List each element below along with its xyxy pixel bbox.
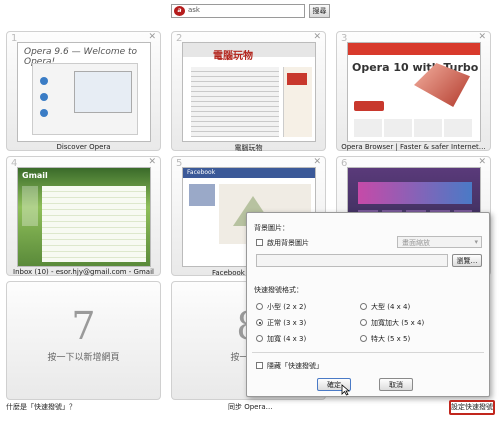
radio-extra-large[interactable]: [360, 335, 367, 342]
radio-small[interactable]: [256, 303, 263, 310]
chevron-down-icon: ▾: [474, 238, 478, 246]
close-icon[interactable]: ✕: [313, 32, 321, 42]
search-input[interactable]: a ask: [171, 4, 305, 18]
layout-section-label: 快速撥號格式：: [254, 286, 303, 294]
radio-wide-large[interactable]: [360, 319, 367, 326]
radio-wide-large-label: 加寬加大 (5 x 4): [371, 319, 425, 327]
search-engine-icon[interactable]: a: [174, 6, 185, 16]
radio-extra-large-label: 特大 (5 x 5): [371, 335, 411, 343]
enable-background-label: 啟用背景圖片: [267, 239, 309, 247]
tile-title: 電腦玩物: [234, 144, 263, 152]
hide-speed-dial-checkbox[interactable]: [256, 362, 263, 369]
mouse-cursor-icon: [341, 384, 350, 396]
radio-wide-label: 加寬 (4 x 3): [267, 335, 307, 343]
empty-tile-number: 7: [71, 304, 96, 348]
page-thumbnail: Opera 9.6 — Welcome to Opera!: [17, 42, 151, 142]
page-thumbnail: 電腦玩物: [182, 42, 316, 142]
radio-small-label: 小型 (2 x 2): [267, 303, 307, 311]
thumbnail-caption: 電腦玩物: [213, 51, 253, 62]
tile-title: Inbox (10) - esor.hjy@gmail.com - Gmail: [13, 268, 154, 276]
search-query-text: ask: [188, 6, 200, 14]
close-icon[interactable]: ✕: [478, 157, 486, 167]
close-icon[interactable]: ✕: [148, 32, 156, 42]
radio-normal[interactable]: [256, 319, 263, 326]
add-page-text: 按一下以新增網頁: [47, 353, 120, 363]
speed-dial-help-link[interactable]: 什麼是「快速撥號」？: [6, 402, 76, 412]
tile-title: Opera Browser | Faster & safer Internet…: [341, 143, 486, 151]
sync-opera-link[interactable]: 同步 Opera…: [228, 402, 273, 412]
background-path-field[interactable]: [256, 254, 448, 267]
tile-title: Discover Opera: [56, 143, 111, 151]
radio-wide[interactable]: [256, 335, 263, 342]
page-thumbnail: Opera 10 with Turbo: [347, 42, 481, 142]
speed-dial-tile-2[interactable]: 2 ✕ 電腦玩物 電腦玩物: [171, 31, 326, 152]
speed-dial-tile-1[interactable]: 1 ✕ Opera 9.6 — Welcome to Opera! Discov…: [6, 31, 161, 151]
empty-speed-dial-7[interactable]: 7 按一下以新增網頁: [6, 281, 161, 400]
thumbnail-caption: Facebook: [187, 169, 216, 176]
scale-select-value: 畫面縮放: [402, 239, 430, 247]
cancel-button[interactable]: 取消: [379, 378, 413, 391]
scale-select[interactable]: 畫面縮放 ▾: [397, 236, 482, 248]
enable-background-checkbox[interactable]: [256, 239, 263, 246]
radio-large-label: 大型 (4 x 4): [371, 303, 411, 311]
hide-speed-dial-label: 隱藏「快速撥號」: [267, 362, 323, 370]
configure-speed-dial-button[interactable]: 設定快速撥號: [449, 400, 495, 415]
background-section-label: 背景圖片：: [254, 224, 289, 232]
radio-large[interactable]: [360, 303, 367, 310]
speed-dial-tile-3[interactable]: 3 ✕ Opera 10 with Turbo Opera Browser | …: [336, 31, 491, 151]
close-icon[interactable]: ✕: [313, 157, 321, 167]
page-thumbnail: Gmail: [17, 167, 151, 267]
close-icon[interactable]: ✕: [148, 157, 156, 167]
browse-button[interactable]: 瀏覽…: [452, 254, 482, 267]
thumbnail-caption: Gmail: [22, 171, 48, 180]
speed-dial-settings-dialog: 背景圖片： 啟用背景圖片 畫面縮放 ▾ 瀏覽… 快速撥號格式： 小型 (2 x …: [246, 212, 490, 397]
speed-dial-tile-4[interactable]: 4 ✕ Gmail Inbox (10) - esor.hjy@gmail.co…: [6, 156, 161, 276]
search-button[interactable]: 搜尋: [309, 4, 330, 18]
radio-normal-label: 正常 (3 x 3): [267, 319, 307, 327]
close-icon[interactable]: ✕: [478, 32, 486, 42]
